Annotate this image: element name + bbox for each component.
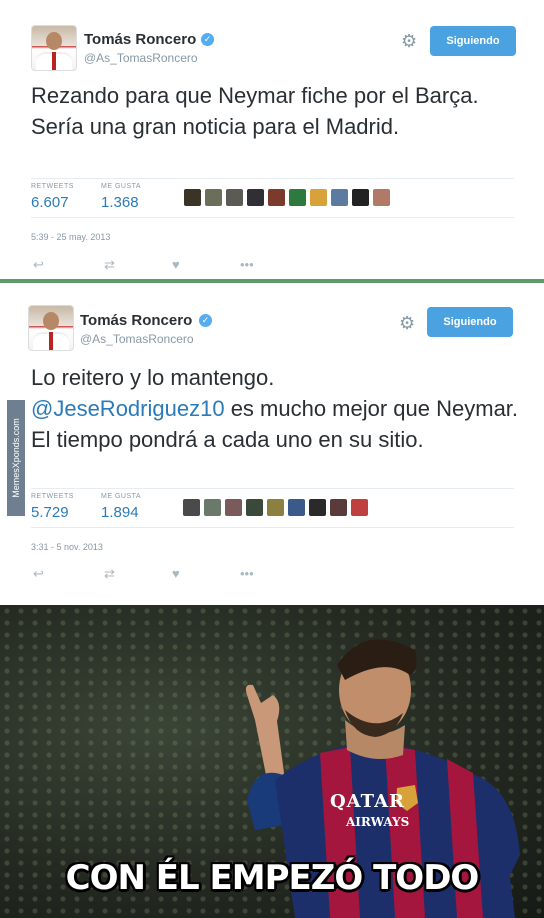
liker-avatars <box>183 499 368 516</box>
liker-avatar[interactable] <box>331 189 348 206</box>
author-name[interactable]: Tomás Roncero <box>84 31 196 48</box>
liker-avatar[interactable] <box>373 189 390 206</box>
jersey-sponsor-1: QATAR <box>330 791 405 812</box>
likes-label: ME GUSTA <box>101 493 142 500</box>
author-name[interactable]: Tomás Roncero <box>80 312 192 329</box>
author-handle[interactable]: @As_TomasRoncero <box>84 51 198 65</box>
divider <box>31 527 514 528</box>
more-icon[interactable]: ••• <box>240 257 254 272</box>
liker-avatar[interactable] <box>268 189 285 206</box>
liker-avatar[interactable] <box>184 189 201 206</box>
tweet-timestamp[interactable]: 3:31 - 5 nov. 2013 <box>31 542 103 552</box>
more-icon[interactable]: ••• <box>240 566 254 581</box>
liker-avatar[interactable] <box>205 189 222 206</box>
liker-avatar[interactable] <box>267 499 284 516</box>
likes-label: ME GUSTA <box>101 183 142 190</box>
liker-avatar[interactable] <box>225 499 242 516</box>
reply-icon[interactable]: ↩ <box>33 257 44 273</box>
tweet-timestamp[interactable]: 5:39 - 25 may. 2013 <box>31 232 110 242</box>
avatar[interactable] <box>31 25 77 71</box>
tweet-text-before: Lo reitero y lo mantengo. <box>31 365 275 390</box>
following-button[interactable]: Siguiendo <box>430 26 516 56</box>
liker-avatar[interactable] <box>288 499 305 516</box>
tweet-text: Lo reitero y lo mantengo. @JeseRodriguez1… <box>31 362 531 455</box>
avatar[interactable] <box>28 305 74 351</box>
gear-icon[interactable]: ⚙ <box>399 313 415 334</box>
tweet-card-2: Tomás Roncero ✓ @As_TomasRoncero ⚙ Sigui… <box>0 283 544 605</box>
watermark: MemesXponds.com <box>7 400 25 516</box>
gear-icon[interactable]: ⚙ <box>401 31 417 52</box>
retweet-icon[interactable]: ⇄ <box>104 566 115 582</box>
meme-caption: CON ÉL EMPEZÓ TODO <box>65 858 480 898</box>
retweets-label: RETWEETS <box>31 493 74 500</box>
divider <box>31 488 514 489</box>
liker-avatar[interactable] <box>310 189 327 206</box>
retweet-icon[interactable]: ⇄ <box>104 257 115 273</box>
liker-avatar[interactable] <box>183 499 200 516</box>
likes-count[interactable]: 1.368 <box>101 194 139 211</box>
divider <box>31 217 514 218</box>
tweet-text: Rezando para que Neymar fiche por el Bar… <box>31 83 479 139</box>
author-handle[interactable]: @As_TomasRoncero <box>80 332 194 346</box>
jersey-sponsor-2: AIRWAYS <box>346 815 410 829</box>
following-button[interactable]: Siguiendo <box>427 307 513 337</box>
like-icon[interactable]: ♥ <box>172 566 180 581</box>
likes-count[interactable]: 1.894 <box>101 504 139 521</box>
liker-avatar[interactable] <box>226 189 243 206</box>
liker-avatar[interactable] <box>351 499 368 516</box>
liker-avatar[interactable] <box>204 499 221 516</box>
liker-avatars <box>184 189 390 206</box>
mention-link[interactable]: @JeseRodriguez10 <box>31 396 225 421</box>
liker-avatar[interactable] <box>247 189 264 206</box>
retweets-label: RETWEETS <box>31 183 74 190</box>
liker-avatar[interactable] <box>352 189 369 206</box>
verified-badge-icon: ✓ <box>201 33 214 46</box>
liker-avatar[interactable] <box>289 189 306 206</box>
like-icon[interactable]: ♥ <box>172 257 180 272</box>
divider <box>31 178 514 179</box>
liker-avatar[interactable] <box>309 499 326 516</box>
liker-avatar[interactable] <box>246 499 263 516</box>
reply-icon[interactable]: ↩ <box>33 566 44 582</box>
retweets-count[interactable]: 5.729 <box>31 504 69 521</box>
retweets-count[interactable]: 6.607 <box>31 194 69 211</box>
tweet-card-1: Tomás Roncero ✓ @As_TomasRoncero ⚙ Sigui… <box>0 0 544 280</box>
liker-avatar[interactable] <box>330 499 347 516</box>
verified-badge-icon: ✓ <box>199 314 212 327</box>
